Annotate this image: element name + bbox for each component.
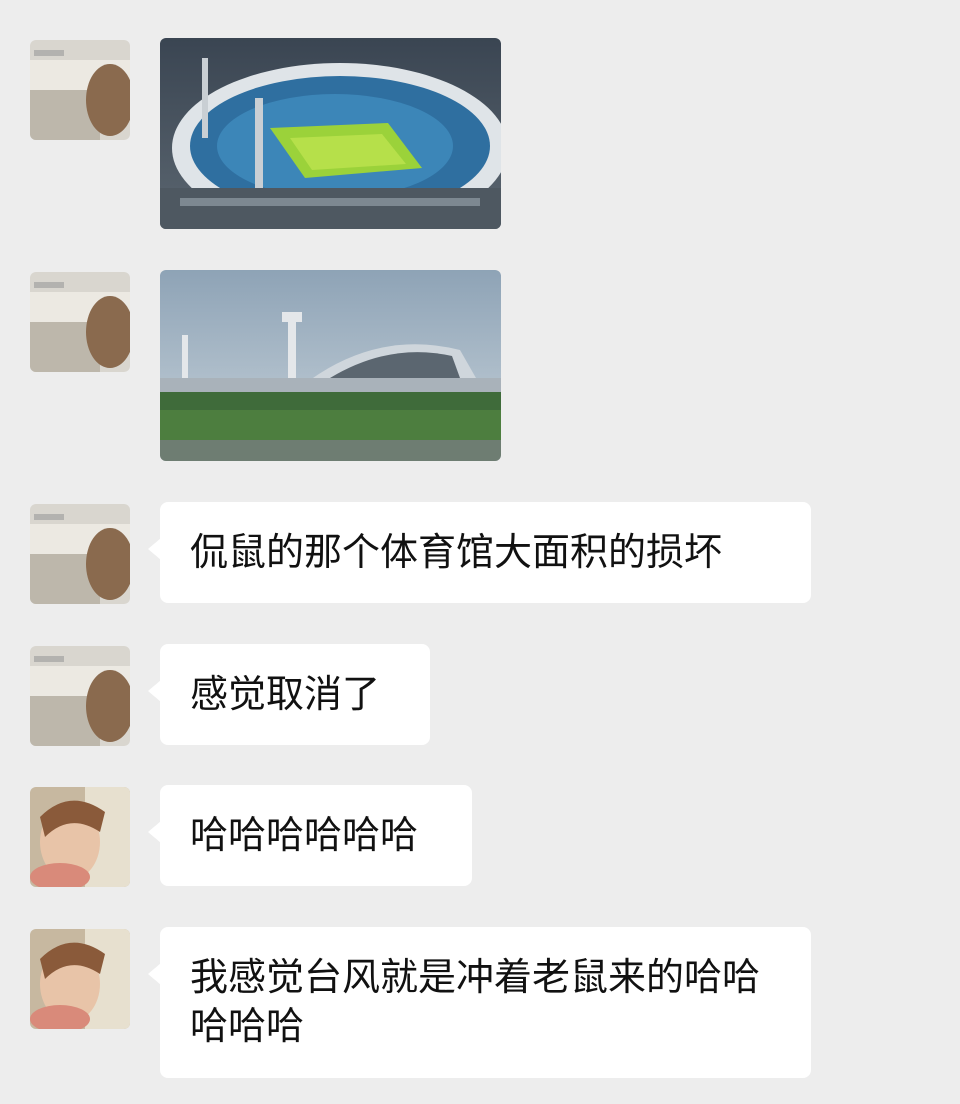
message-bubble[interactable]: 我感觉台风就是冲着老鼠来的哈哈哈哈哈 xyxy=(148,927,811,1078)
avatar[interactable] xyxy=(30,504,130,604)
bubble-tail xyxy=(148,963,161,985)
message-row: 哈哈哈哈哈哈 xyxy=(0,785,960,887)
stadium-riverside-photo[interactable] xyxy=(160,270,501,461)
stadium-aerial-photo[interactable] xyxy=(160,38,501,229)
avatar[interactable] xyxy=(30,272,130,372)
message-text: 我感觉台风就是冲着老鼠来的哈哈哈哈哈 xyxy=(190,955,761,1048)
message-row: 我感觉台风就是冲着老鼠来的哈哈哈哈哈 xyxy=(0,927,960,1079)
avatar[interactable] xyxy=(30,929,130,1029)
bubble-tail xyxy=(148,821,161,843)
message-bubble[interactable]: 侃鼠的那个体育馆大面积的损坏 xyxy=(148,502,811,603)
message-row: 感觉取消了 xyxy=(0,644,960,746)
message-row: 侃鼠的那个体育馆大面积的损坏 xyxy=(0,502,960,604)
message-row xyxy=(0,38,960,230)
bubble-tail xyxy=(148,538,161,560)
chat-screen: { "chat": { "messages": [ { "type": "ima… xyxy=(0,0,960,1104)
avatar[interactable] xyxy=(30,646,130,746)
message-text: 哈哈哈哈哈哈 xyxy=(190,813,419,857)
avatar[interactable] xyxy=(30,40,130,140)
message-text: 侃鼠的那个体育馆大面积的损坏 xyxy=(190,530,723,574)
message-bubble[interactable]: 感觉取消了 xyxy=(148,644,430,745)
message-text: 感觉取消了 xyxy=(190,672,381,716)
bubble-tail xyxy=(148,680,161,702)
avatar[interactable] xyxy=(30,787,130,887)
message-row xyxy=(0,270,960,462)
message-bubble[interactable]: 哈哈哈哈哈哈 xyxy=(148,785,472,886)
